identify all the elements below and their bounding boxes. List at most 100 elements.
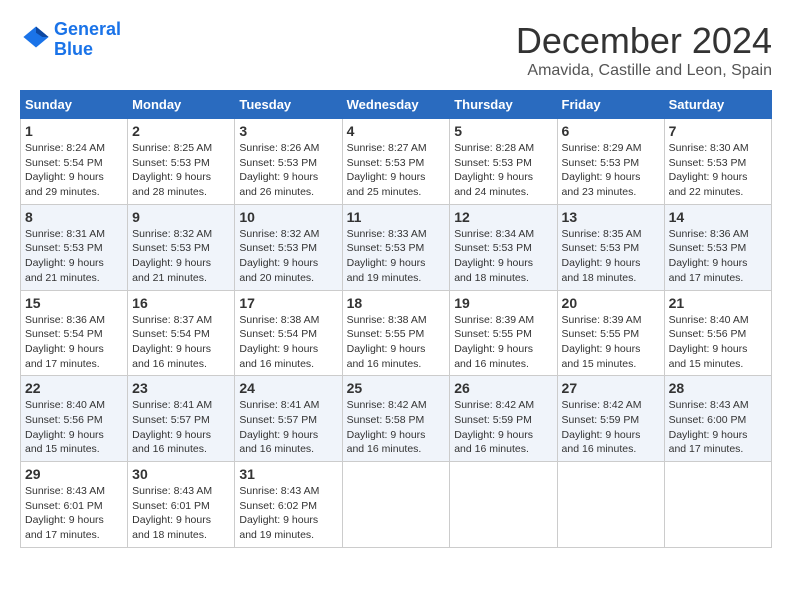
calendar-week-row: 22 Sunrise: 8:40 AM Sunset: 5:56 PM Dayl… xyxy=(21,376,772,462)
day-info: Sunrise: 8:37 AM Sunset: 5:54 PM Dayligh… xyxy=(132,313,230,372)
day-number: 30 xyxy=(132,466,230,482)
daylight-label: Daylight: 9 hours and 16 minutes. xyxy=(454,429,533,456)
sunrise-label: Sunrise: 8:25 AM xyxy=(132,142,212,154)
weekday-header: Friday xyxy=(557,91,664,119)
day-info: Sunrise: 8:39 AM Sunset: 5:55 PM Dayligh… xyxy=(454,313,552,372)
calendar-day-cell: 19 Sunrise: 8:39 AM Sunset: 5:55 PM Dayl… xyxy=(450,290,557,376)
calendar-week-row: 15 Sunrise: 8:36 AM Sunset: 5:54 PM Dayl… xyxy=(21,290,772,376)
daylight-label: Daylight: 9 hours and 16 minutes. xyxy=(454,343,533,370)
day-number: 22 xyxy=(25,380,123,396)
sunrise-label: Sunrise: 8:29 AM xyxy=(562,142,642,154)
daylight-label: Daylight: 9 hours and 21 minutes. xyxy=(25,257,104,284)
calendar-day-cell: 6 Sunrise: 8:29 AM Sunset: 5:53 PM Dayli… xyxy=(557,119,664,205)
sunset-label: Sunset: 6:00 PM xyxy=(669,414,747,426)
daylight-label: Daylight: 9 hours and 29 minutes. xyxy=(25,171,104,198)
sunset-label: Sunset: 5:58 PM xyxy=(347,414,425,426)
daylight-label: Daylight: 9 hours and 18 minutes. xyxy=(132,514,211,541)
calendar-day-cell: 26 Sunrise: 8:42 AM Sunset: 5:59 PM Dayl… xyxy=(450,376,557,462)
sunrise-label: Sunrise: 8:31 AM xyxy=(25,228,105,240)
calendar-day-cell: 29 Sunrise: 8:43 AM Sunset: 6:01 PM Dayl… xyxy=(21,462,128,548)
empty-cell xyxy=(342,462,450,548)
sunset-label: Sunset: 6:02 PM xyxy=(239,500,317,512)
day-number: 6 xyxy=(562,123,660,139)
month-title: December 2024 xyxy=(516,20,772,62)
calendar-day-cell: 28 Sunrise: 8:43 AM Sunset: 6:00 PM Dayl… xyxy=(664,376,771,462)
sunrise-label: Sunrise: 8:39 AM xyxy=(454,314,534,326)
day-number: 1 xyxy=(25,123,123,139)
day-info: Sunrise: 8:35 AM Sunset: 5:53 PM Dayligh… xyxy=(562,227,660,286)
day-number: 26 xyxy=(454,380,552,396)
logo: General Blue xyxy=(20,20,121,60)
day-number: 20 xyxy=(562,295,660,311)
sunset-label: Sunset: 5:53 PM xyxy=(347,157,425,169)
day-number: 29 xyxy=(25,466,123,482)
day-info: Sunrise: 8:26 AM Sunset: 5:53 PM Dayligh… xyxy=(239,141,337,200)
sunrise-label: Sunrise: 8:27 AM xyxy=(347,142,427,154)
sunset-label: Sunset: 5:53 PM xyxy=(669,242,747,254)
sunrise-label: Sunrise: 8:43 AM xyxy=(239,485,319,497)
sunrise-label: Sunrise: 8:36 AM xyxy=(669,228,749,240)
calendar-day-cell: 15 Sunrise: 8:36 AM Sunset: 5:54 PM Dayl… xyxy=(21,290,128,376)
daylight-label: Daylight: 9 hours and 17 minutes. xyxy=(25,514,104,541)
daylight-label: Daylight: 9 hours and 17 minutes. xyxy=(669,429,748,456)
day-info: Sunrise: 8:34 AM Sunset: 5:53 PM Dayligh… xyxy=(454,227,552,286)
day-info: Sunrise: 8:24 AM Sunset: 5:54 PM Dayligh… xyxy=(25,141,123,200)
daylight-label: Daylight: 9 hours and 15 minutes. xyxy=(25,429,104,456)
day-info: Sunrise: 8:28 AM Sunset: 5:53 PM Dayligh… xyxy=(454,141,552,200)
empty-cell xyxy=(557,462,664,548)
sunrise-label: Sunrise: 8:43 AM xyxy=(669,399,749,411)
day-info: Sunrise: 8:42 AM Sunset: 5:58 PM Dayligh… xyxy=(347,398,446,457)
weekday-header: Monday xyxy=(128,91,235,119)
sunset-label: Sunset: 5:56 PM xyxy=(25,414,103,426)
sunset-label: Sunset: 5:54 PM xyxy=(25,157,103,169)
empty-cell xyxy=(664,462,771,548)
daylight-label: Daylight: 9 hours and 28 minutes. xyxy=(132,171,211,198)
sunset-label: Sunset: 5:55 PM xyxy=(347,328,425,340)
day-number: 5 xyxy=(454,123,552,139)
day-number: 10 xyxy=(239,209,337,225)
weekday-header-row: SundayMondayTuesdayWednesdayThursdayFrid… xyxy=(21,91,772,119)
calendar-day-cell: 24 Sunrise: 8:41 AM Sunset: 5:57 PM Dayl… xyxy=(235,376,342,462)
daylight-label: Daylight: 9 hours and 22 minutes. xyxy=(669,171,748,198)
day-info: Sunrise: 8:25 AM Sunset: 5:53 PM Dayligh… xyxy=(132,141,230,200)
sunset-label: Sunset: 5:55 PM xyxy=(454,328,532,340)
sunset-label: Sunset: 5:54 PM xyxy=(239,328,317,340)
day-info: Sunrise: 8:27 AM Sunset: 5:53 PM Dayligh… xyxy=(347,141,446,200)
day-info: Sunrise: 8:30 AM Sunset: 5:53 PM Dayligh… xyxy=(669,141,767,200)
calendar-day-cell: 7 Sunrise: 8:30 AM Sunset: 5:53 PM Dayli… xyxy=(664,119,771,205)
calendar-day-cell: 12 Sunrise: 8:34 AM Sunset: 5:53 PM Dayl… xyxy=(450,204,557,290)
calendar-week-row: 29 Sunrise: 8:43 AM Sunset: 6:01 PM Dayl… xyxy=(21,462,772,548)
sunrise-label: Sunrise: 8:36 AM xyxy=(25,314,105,326)
sunrise-label: Sunrise: 8:35 AM xyxy=(562,228,642,240)
daylight-label: Daylight: 9 hours and 16 minutes. xyxy=(347,429,426,456)
day-number: 18 xyxy=(347,295,446,311)
sunrise-label: Sunrise: 8:37 AM xyxy=(132,314,212,326)
calendar-day-cell: 5 Sunrise: 8:28 AM Sunset: 5:53 PM Dayli… xyxy=(450,119,557,205)
daylight-label: Daylight: 9 hours and 17 minutes. xyxy=(25,343,104,370)
day-number: 21 xyxy=(669,295,767,311)
day-number: 15 xyxy=(25,295,123,311)
day-info: Sunrise: 8:40 AM Sunset: 5:56 PM Dayligh… xyxy=(25,398,123,457)
day-number: 2 xyxy=(132,123,230,139)
day-number: 23 xyxy=(132,380,230,396)
sunrise-label: Sunrise: 8:32 AM xyxy=(132,228,212,240)
sunset-label: Sunset: 5:53 PM xyxy=(239,157,317,169)
sunrise-label: Sunrise: 8:40 AM xyxy=(25,399,105,411)
day-number: 14 xyxy=(669,209,767,225)
calendar-day-cell: 18 Sunrise: 8:38 AM Sunset: 5:55 PM Dayl… xyxy=(342,290,450,376)
day-number: 31 xyxy=(239,466,337,482)
day-info: Sunrise: 8:41 AM Sunset: 5:57 PM Dayligh… xyxy=(132,398,230,457)
day-info: Sunrise: 8:36 AM Sunset: 5:54 PM Dayligh… xyxy=(25,313,123,372)
title-area: December 2024 Amavida, Castille and Leon… xyxy=(516,20,772,80)
day-info: Sunrise: 8:42 AM Sunset: 5:59 PM Dayligh… xyxy=(454,398,552,457)
sunrise-label: Sunrise: 8:43 AM xyxy=(25,485,105,497)
sunrise-label: Sunrise: 8:38 AM xyxy=(347,314,427,326)
sunset-label: Sunset: 5:53 PM xyxy=(239,242,317,254)
weekday-header: Wednesday xyxy=(342,91,450,119)
sunrise-label: Sunrise: 8:26 AM xyxy=(239,142,319,154)
logo-line1: General xyxy=(54,20,121,40)
sunset-label: Sunset: 5:53 PM xyxy=(454,242,532,254)
sunset-label: Sunset: 5:53 PM xyxy=(562,157,640,169)
calendar-day-cell: 4 Sunrise: 8:27 AM Sunset: 5:53 PM Dayli… xyxy=(342,119,450,205)
calendar-day-cell: 8 Sunrise: 8:31 AM Sunset: 5:53 PM Dayli… xyxy=(21,204,128,290)
